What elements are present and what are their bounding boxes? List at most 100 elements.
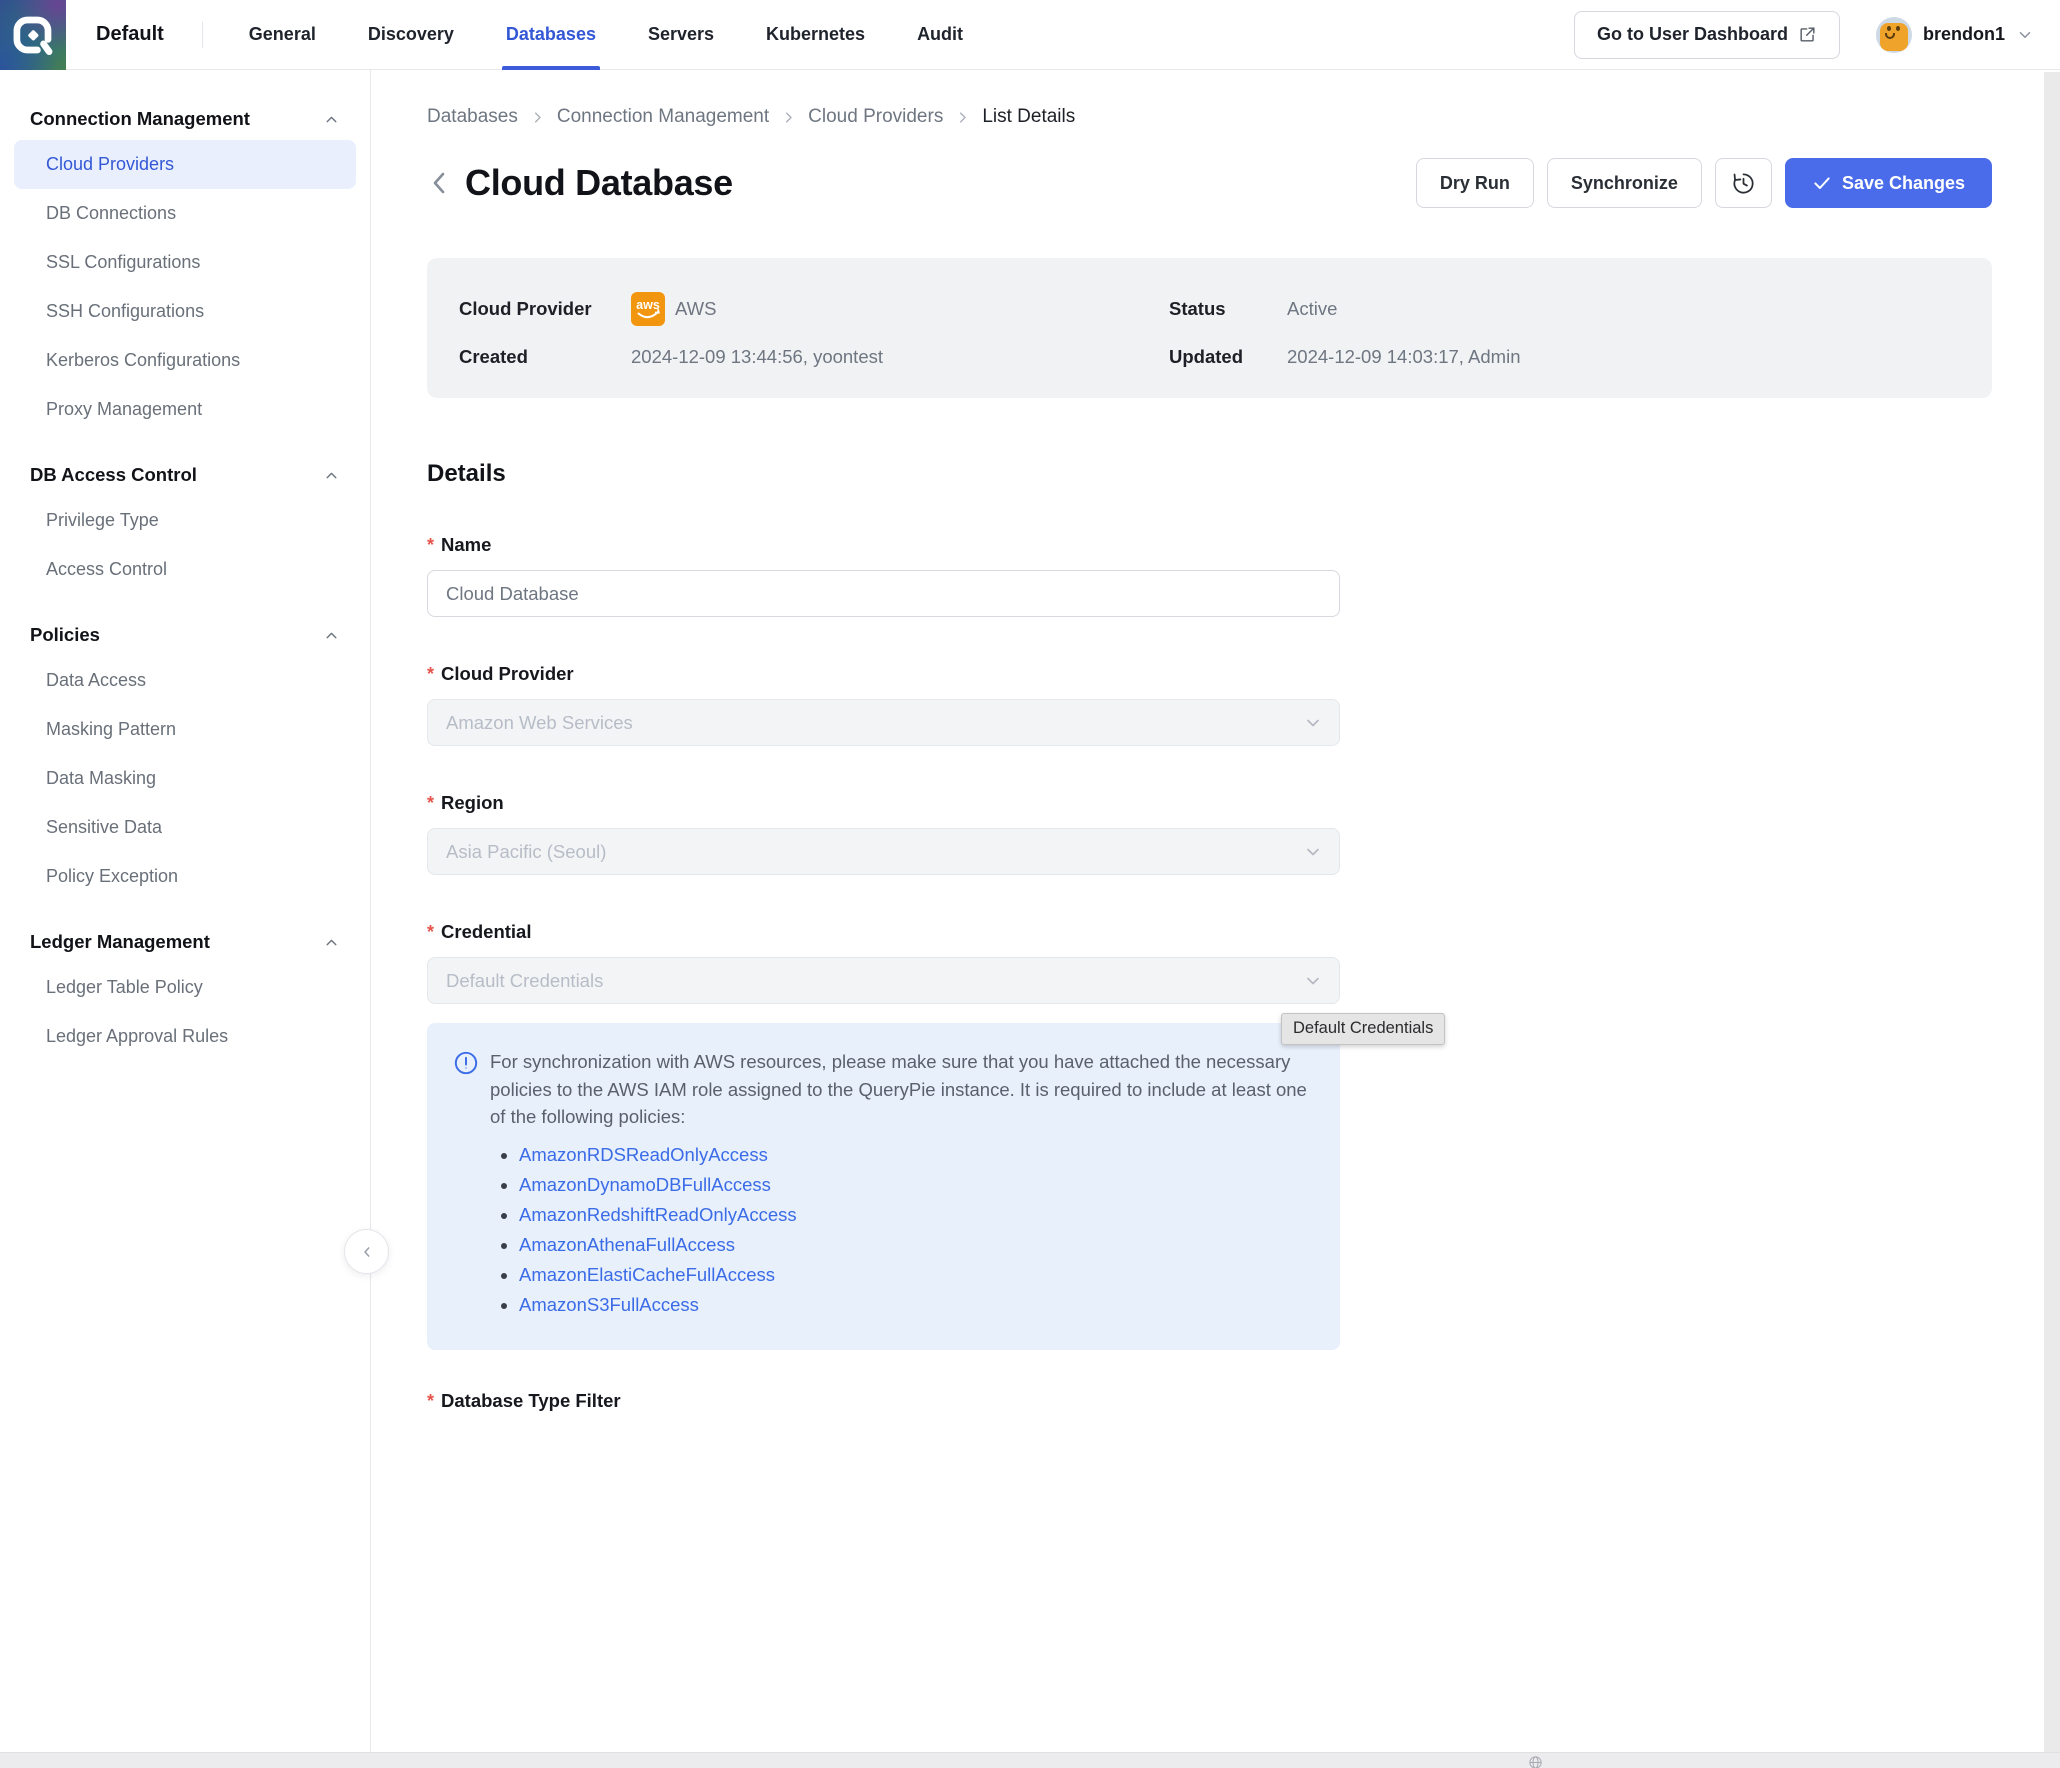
breadcrumb-databases[interactable]: Databases <box>427 106 518 128</box>
sidebar-section-policies: Policies Data Access Masking Pattern Dat… <box>0 614 370 901</box>
querypie-logo-icon <box>13 15 53 55</box>
required-marker: * <box>427 664 434 685</box>
tab-discovery[interactable]: Discovery <box>342 0 480 70</box>
sidebar-item-ssh-configurations[interactable]: SSH Configurations <box>14 287 356 336</box>
go-to-user-dashboard-button[interactable]: Go to User Dashboard <box>1574 11 1840 59</box>
globe-icon <box>1528 1755 1543 1768</box>
region-select-value: Asia Pacific (Seoul) <box>446 841 606 863</box>
field-region: * Region Asia Pacific (Seoul) <box>427 792 1340 875</box>
policy-list-item: AmazonRDSReadOnlyAccess <box>519 1140 1312 1170</box>
policy-link-rds[interactable]: AmazonRDSReadOnlyAccess <box>519 1144 768 1165</box>
chevron-left-icon <box>359 1244 375 1260</box>
required-marker: * <box>427 793 434 814</box>
aws-policy-notice: For synchronization with AWS resources, … <box>427 1023 1340 1350</box>
policy-link-redshift[interactable]: AmazonRedshiftReadOnlyAccess <box>519 1204 797 1225</box>
dry-run-button[interactable]: Dry Run <box>1416 158 1534 208</box>
field-database-type-filter: * Database Type Filter <box>427 1390 1340 1412</box>
sidebar-item-ledger-approval-rules[interactable]: Ledger Approval Rules <box>14 1012 356 1061</box>
policy-link-athena[interactable]: AmazonAthenaFullAccess <box>519 1234 735 1255</box>
required-marker: * <box>427 535 434 556</box>
notice-policy-list: AmazonRDSReadOnlyAccess AmazonDynamoDBFu… <box>519 1140 1312 1320</box>
bottom-status-strip <box>0 1752 2060 1768</box>
region-select[interactable]: Asia Pacific (Seoul) <box>427 828 1340 875</box>
tab-general[interactable]: General <box>223 0 342 70</box>
user-menu[interactable]: brendon1 <box>1876 17 2034 53</box>
policy-link-dynamodb[interactable]: AmazonDynamoDBFullAccess <box>519 1174 771 1195</box>
tab-databases[interactable]: Databases <box>480 0 622 70</box>
sidebar-item-kerberos-configurations[interactable]: Kerberos Configurations <box>14 336 356 385</box>
workspace-name: Default <box>96 23 164 46</box>
sidebar-item-proxy-management[interactable]: Proxy Management <box>14 385 356 434</box>
sidebar-item-ssl-configurations[interactable]: SSL Configurations <box>14 238 356 287</box>
details-heading: Details <box>427 460 2060 488</box>
required-marker: * <box>427 1391 434 1412</box>
name-input[interactable] <box>427 570 1340 617</box>
back-button[interactable] <box>427 166 451 200</box>
summary-updated-value: 2024-12-09 14:03:17, Admin <box>1287 346 1520 368</box>
sidebar-item-masking-pattern[interactable]: Masking Pattern <box>14 705 356 754</box>
sidebar-section-header-connection-management[interactable]: Connection Management <box>0 98 370 140</box>
required-marker: * <box>427 922 434 943</box>
cloud-provider-select[interactable]: Amazon Web Services <box>427 699 1340 746</box>
policy-link-elasticache[interactable]: AmazonElastiCacheFullAccess <box>519 1264 775 1285</box>
sidebar-collapse-button[interactable] <box>344 1229 389 1274</box>
querypie-logo[interactable] <box>0 0 66 70</box>
sidebar-item-sensitive-data[interactable]: Sensitive Data <box>14 803 356 852</box>
database-type-filter-label: * Database Type Filter <box>427 1390 1340 1412</box>
synchronize-button[interactable]: Synchronize <box>1547 158 1702 208</box>
header-divider <box>202 22 203 48</box>
chevron-down-icon <box>1303 971 1323 991</box>
summary-created-label: Created <box>459 346 631 368</box>
sidebar-item-data-access[interactable]: Data Access <box>14 656 356 705</box>
policy-list-item: AmazonRedshiftReadOnlyAccess <box>519 1200 1312 1230</box>
save-changes-button[interactable]: Save Changes <box>1785 158 1992 208</box>
name-label: * Name <box>427 534 1340 556</box>
credential-label: * Credential <box>427 921 1340 943</box>
summary-created-value: 2024-12-09 13:44:56, yoontest <box>631 346 883 368</box>
avatar <box>1876 17 1912 53</box>
sidebar-section-db-access-control: DB Access Control Privilege Type Access … <box>0 454 370 594</box>
aws-icon: aws <box>631 292 665 326</box>
policy-list-item: AmazonElastiCacheFullAccess <box>519 1260 1312 1290</box>
info-icon <box>453 1048 479 1131</box>
sidebar-item-cloud-providers[interactable]: Cloud Providers <box>14 140 356 189</box>
chevron-up-icon <box>323 934 340 951</box>
breadcrumb-connection-management[interactable]: Connection Management <box>557 106 769 128</box>
sidebar-item-data-masking[interactable]: Data Masking <box>14 754 356 803</box>
sidebar-item-db-connections[interactable]: DB Connections <box>14 189 356 238</box>
external-link-icon <box>1798 25 1817 44</box>
sidebar-section-header-db-access-control[interactable]: DB Access Control <box>0 454 370 496</box>
sidebar-item-policy-exception[interactable]: Policy Exception <box>14 852 356 901</box>
sidebar-item-access-control[interactable]: Access Control <box>14 545 356 594</box>
summary-created-row: Created 2024-12-09 13:44:56, yoontest <box>459 340 1169 374</box>
main-content: Databases Connection Management Cloud Pr… <box>371 70 2060 1768</box>
sidebar-section-ledger-management: Ledger Management Ledger Table Policy Le… <box>0 921 370 1061</box>
summary-status-row: Status Active <box>1169 292 1992 326</box>
summary-cloud-provider-label: Cloud Provider <box>459 298 631 320</box>
page-title-row: Cloud Database Dry Run Synchronize <box>427 158 1992 208</box>
top-navbar: Default General Discovery Databases Serv… <box>0 0 2060 70</box>
go-to-user-dashboard-label: Go to User Dashboard <box>1597 24 1788 45</box>
history-button[interactable] <box>1715 158 1772 208</box>
svg-text:aws: aws <box>636 298 660 312</box>
tab-audit[interactable]: Audit <box>891 0 989 70</box>
breadcrumb-list-details: List Details <box>982 106 1075 128</box>
vertical-scrollbar[interactable] <box>2044 72 2060 1768</box>
sidebar-item-privilege-type[interactable]: Privilege Type <box>14 496 356 545</box>
breadcrumb-cloud-providers[interactable]: Cloud Providers <box>808 106 943 128</box>
field-cloud-provider: * Cloud Provider Amazon Web Services <box>427 663 1340 746</box>
sidebar-section-header-ledger-management[interactable]: Ledger Management <box>0 921 370 963</box>
sidebar: Connection Management Cloud Providers DB… <box>0 70 371 1768</box>
tab-kubernetes[interactable]: Kubernetes <box>740 0 891 70</box>
field-credential: * Credential Default Credentials Default… <box>427 921 1340 1004</box>
credential-select-value: Default Credentials <box>446 970 603 992</box>
policy-list-item: AmazonS3FullAccess <box>519 1290 1312 1320</box>
policy-link-s3[interactable]: AmazonS3FullAccess <box>519 1294 699 1315</box>
sidebar-item-ledger-table-policy[interactable]: Ledger Table Policy <box>14 963 356 1012</box>
page-title: Cloud Database <box>465 162 733 204</box>
sidebar-section-header-policies[interactable]: Policies <box>0 614 370 656</box>
credential-select[interactable]: Default Credentials <box>427 957 1340 1004</box>
credential-tooltip: Default Credentials <box>1281 1013 1445 1045</box>
tab-servers[interactable]: Servers <box>622 0 740 70</box>
chevron-down-icon <box>1303 713 1323 733</box>
